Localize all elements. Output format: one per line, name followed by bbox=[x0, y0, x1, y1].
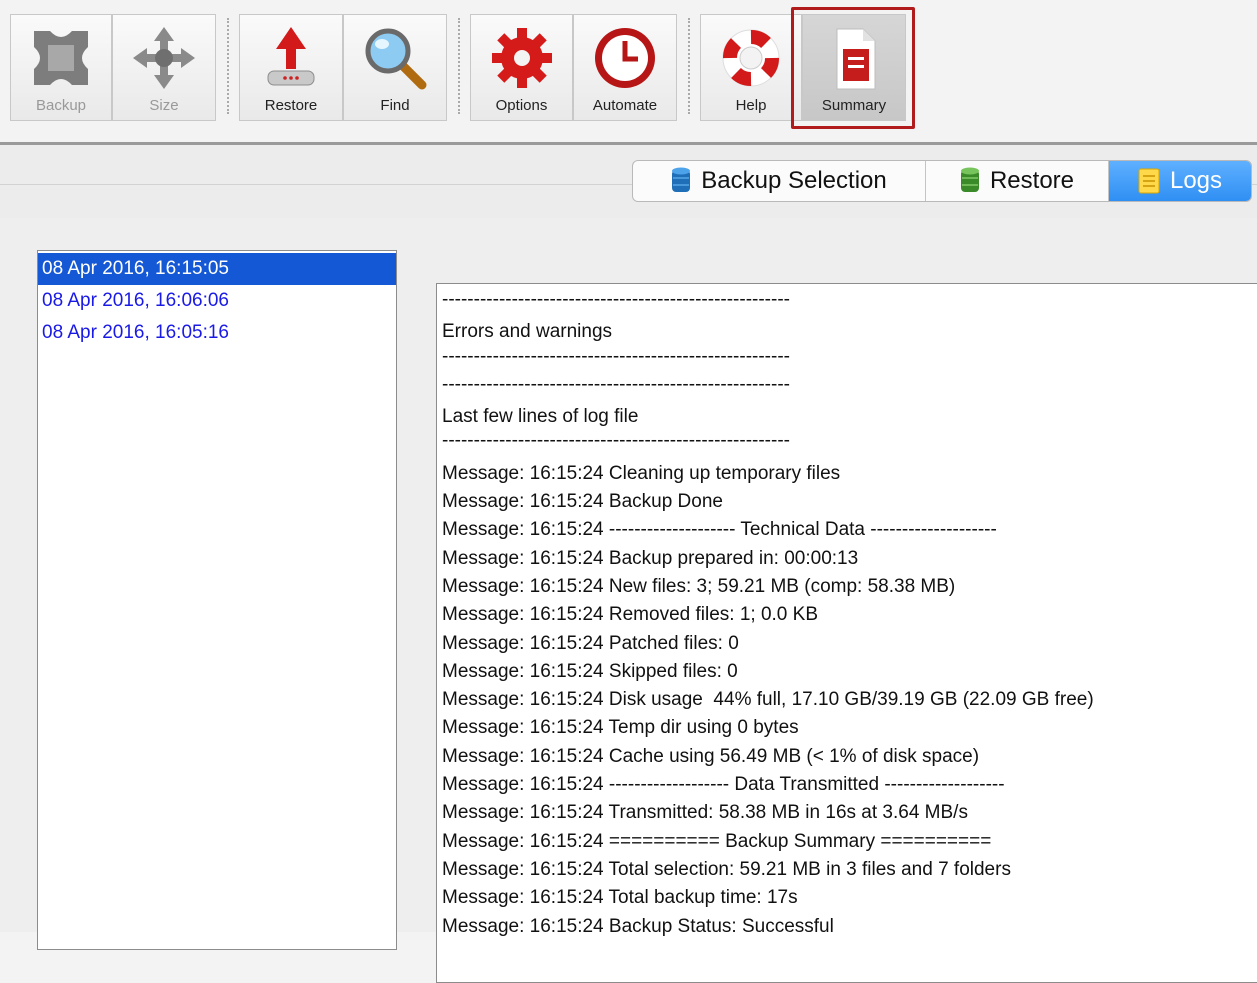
log-line: Message: 16:15:24 ========== Backup Summ… bbox=[442, 830, 992, 852]
restore-button[interactable]: Restore bbox=[239, 14, 343, 121]
database-green-icon bbox=[960, 167, 979, 192]
toolbar-separator bbox=[227, 18, 229, 114]
log-line: Message: 16:15:24 Backup Status: Success… bbox=[442, 915, 834, 937]
log-line: Message: 16:15:24 ------------------- Da… bbox=[442, 774, 1005, 796]
log-line: Message: 16:15:24 Cache using 56.49 MB (… bbox=[442, 745, 980, 767]
restore-upload-icon bbox=[267, 27, 315, 86]
list-item[interactable]: 08 Apr 2016, 16:15:05 bbox=[38, 253, 396, 285]
log-line: Errors and warnings bbox=[442, 321, 613, 343]
tab-backup-selection[interactable]: Backup Selection bbox=[633, 161, 925, 201]
help-label: Help bbox=[735, 97, 767, 114]
tab-restore-label: Restore bbox=[989, 167, 1075, 194]
list-item[interactable]: 08 Apr 2016, 16:06:06 bbox=[38, 285, 396, 317]
backup-button[interactable]: Backup bbox=[10, 14, 112, 121]
log-text-view[interactable]: ----------------------------------------… bbox=[436, 283, 1257, 983]
help-button[interactable]: Help bbox=[700, 14, 802, 121]
log-line: ----------------------------------------… bbox=[442, 430, 790, 452]
log-line: Message: 16:15:24 Cleaning up temporary … bbox=[442, 462, 841, 484]
log-line: Message: 16:15:24 Transmitted: 58.38 MB … bbox=[442, 802, 968, 824]
toolbar-separator bbox=[688, 18, 690, 114]
log-line: Message: 16:15:24 Backup Done bbox=[442, 491, 723, 513]
tab-restore[interactable]: Restore bbox=[926, 161, 1108, 201]
log-line: Message: 16:15:24 Disk usage 44% full, 1… bbox=[442, 689, 1094, 711]
find-button[interactable]: Find bbox=[343, 14, 447, 121]
log-line: Message: 16:15:24 Temp dir using 0 bytes bbox=[442, 717, 799, 739]
lifebuoy-icon bbox=[722, 29, 780, 87]
options-button[interactable]: Options bbox=[470, 14, 573, 121]
backup-icon bbox=[34, 31, 88, 85]
restore-label: Restore bbox=[264, 97, 318, 114]
magnifier-icon bbox=[365, 28, 427, 90]
log-line: Message: 16:15:24 Total backup time: 17s bbox=[442, 887, 798, 909]
log-line: Message: 16:15:24 Removed files: 1; 0.0 … bbox=[442, 604, 818, 626]
log-line: ----------------------------------------… bbox=[442, 289, 790, 310]
view-tabs: Backup Selection Restore Logs bbox=[632, 160, 1252, 202]
log-line: Message: 16:15:24 Patched files: 0 bbox=[442, 632, 739, 654]
tab-logs[interactable]: Logs bbox=[1109, 161, 1251, 201]
automate-button[interactable]: Automate bbox=[573, 14, 677, 121]
list-item[interactable]: 08 Apr 2016, 16:05:16 bbox=[38, 317, 396, 349]
log-line: Message: 16:15:24 Total selection: 59.21… bbox=[442, 858, 1011, 880]
log-line: Last few lines of log file bbox=[442, 406, 639, 428]
log-line: ----------------------------------------… bbox=[442, 345, 790, 367]
log-line: ----------------------------------------… bbox=[442, 373, 790, 395]
log-line: Message: 16:15:24 New files: 3; 59.21 MB… bbox=[442, 575, 956, 597]
toolbar-separator bbox=[458, 18, 460, 114]
log-line: Message: 16:15:24 Skipped files: 0 bbox=[442, 660, 738, 682]
gear-icon bbox=[491, 28, 552, 88]
log-date-list: 08 Apr 2016, 16:15:05 08 Apr 2016, 16:06… bbox=[37, 250, 397, 950]
log-line: Message: 16:15:24 Backup prepared in: 00… bbox=[442, 547, 859, 569]
options-label: Options bbox=[495, 97, 548, 114]
size-arrows-icon bbox=[133, 27, 195, 89]
tab-logs-label: Logs bbox=[1169, 167, 1223, 194]
size-button[interactable]: Size bbox=[112, 14, 216, 121]
summary-highlight-frame bbox=[791, 7, 915, 129]
toolbar: Backup Size Restore Find Options Automat… bbox=[0, 0, 1257, 142]
tab-backup-selection-label: Backup Selection bbox=[701, 167, 887, 194]
log-line: Message: 16:15:24 -------------------- T… bbox=[442, 519, 997, 541]
database-blue-icon bbox=[672, 167, 691, 192]
clock-icon bbox=[595, 28, 655, 88]
find-label: Find bbox=[380, 97, 410, 114]
backup-label: Backup bbox=[35, 97, 87, 114]
size-label: Size bbox=[149, 97, 179, 114]
automate-label: Automate bbox=[592, 97, 658, 114]
notepad-icon bbox=[1138, 168, 1160, 194]
